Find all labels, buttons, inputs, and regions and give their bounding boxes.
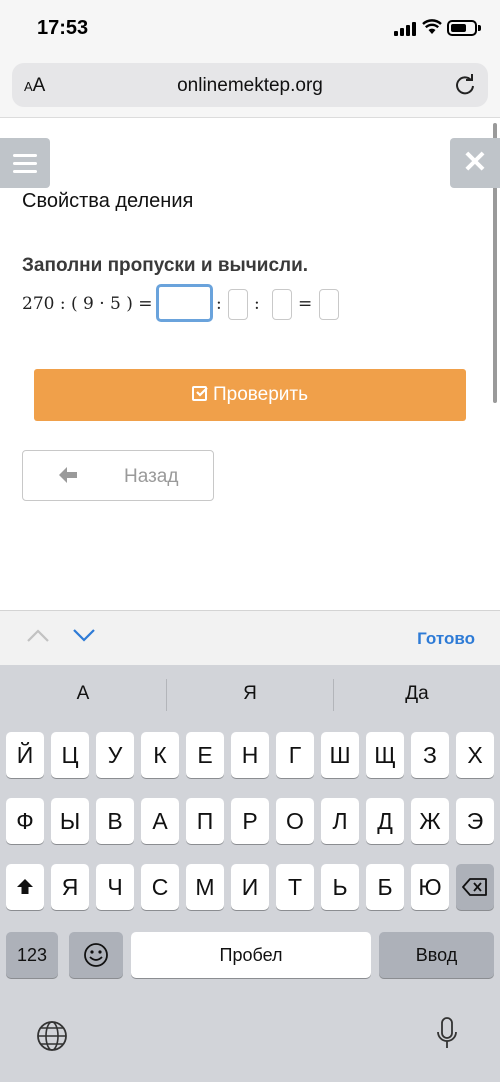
key[interactable]: Я: [51, 864, 89, 910]
answer-input-2[interactable]: [228, 289, 248, 320]
checkbox-icon: [191, 386, 208, 401]
emoji-key[interactable]: [69, 932, 123, 978]
suggestion-1[interactable]: А: [0, 683, 166, 705]
check-button-label: Проверить: [212, 384, 309, 405]
answer-input-1[interactable]: [156, 284, 213, 322]
key[interactable]: Ь: [321, 864, 359, 910]
wifi-icon: [422, 19, 442, 34]
backspace-key[interactable]: [456, 864, 494, 910]
status-time: 17:53: [37, 17, 89, 39]
battery-tip: [478, 25, 481, 31]
reload-icon[interactable]: [454, 74, 476, 96]
key[interactable]: Ц: [51, 732, 89, 778]
key[interactable]: Р: [231, 798, 269, 844]
cellular-signal-icon: [394, 22, 418, 36]
key[interactable]: Б: [366, 864, 404, 910]
arrow-left-icon: [59, 467, 77, 483]
task-instruction: Заполни пропуски и вычисли.: [22, 255, 309, 276]
key[interactable]: Ю: [411, 864, 449, 910]
colon-operator: :: [254, 294, 260, 314]
key[interactable]: Ж: [411, 798, 449, 844]
colon-operator: :: [216, 294, 222, 314]
suggestion-3[interactable]: Да: [334, 683, 500, 705]
emoji-icon: [84, 943, 108, 967]
keyboard-accessory-bar: Готово: [0, 610, 500, 665]
key[interactable]: З: [411, 732, 449, 778]
chevron-up-icon[interactable]: [26, 627, 50, 643]
key[interactable]: Л: [321, 798, 359, 844]
key[interactable]: В: [96, 798, 134, 844]
key[interactable]: А: [141, 798, 179, 844]
math-expression: 270 : ( 9 · 5 ) =: [22, 294, 153, 314]
return-key[interactable]: Ввод: [379, 932, 494, 978]
key[interactable]: Н: [231, 732, 269, 778]
key[interactable]: О: [276, 798, 314, 844]
keyboard: А Я Да Й Ц У К Е Н Г Ш Щ З Х Ф Ы В А П Р…: [0, 665, 500, 1082]
chevron-down-icon[interactable]: [72, 627, 96, 643]
key[interactable]: Щ: [366, 732, 404, 778]
back-button[interactable]: Назад: [22, 450, 214, 501]
key[interactable]: Ы: [51, 798, 89, 844]
back-button-label: Назад: [124, 466, 179, 487]
space-key[interactable]: Пробел: [131, 932, 371, 978]
url-text[interactable]: onlinemektep.org: [12, 75, 488, 97]
check-button[interactable]: Проверить: [34, 369, 466, 421]
equals-operator: =: [298, 294, 313, 314]
globe-icon[interactable]: [36, 1020, 68, 1052]
suggestion-bar: А Я Да: [0, 665, 500, 725]
key[interactable]: Ш: [321, 732, 359, 778]
key[interactable]: Й: [6, 732, 44, 778]
suggestion-2[interactable]: Я: [167, 683, 333, 705]
numbers-key[interactable]: 123: [6, 932, 58, 978]
backspace-icon: [462, 878, 487, 896]
shift-icon: [17, 879, 33, 894]
menu-button[interactable]: [0, 138, 50, 188]
key[interactable]: Г: [276, 732, 314, 778]
done-button[interactable]: Готово: [417, 629, 475, 649]
key[interactable]: Д: [366, 798, 404, 844]
key[interactable]: П: [186, 798, 224, 844]
key[interactable]: Э: [456, 798, 494, 844]
key[interactable]: К: [141, 732, 179, 778]
battery-icon: [447, 20, 477, 36]
key[interactable]: Ф: [6, 798, 44, 844]
key[interactable]: М: [186, 864, 224, 910]
status-bar: 17:53: [0, 0, 500, 58]
shift-key[interactable]: [6, 864, 44, 910]
address-bar[interactable]: AA onlinemektep.org: [12, 63, 488, 107]
key[interactable]: Ч: [96, 864, 134, 910]
browser-toolbar: AA onlinemektep.org: [0, 58, 500, 118]
key[interactable]: Е: [186, 732, 224, 778]
microphone-icon[interactable]: [436, 1017, 458, 1051]
close-button[interactable]: ✕: [450, 138, 500, 188]
key[interactable]: Х: [456, 732, 494, 778]
key[interactable]: И: [231, 864, 269, 910]
key[interactable]: Т: [276, 864, 314, 910]
answer-input-3[interactable]: [272, 289, 292, 320]
page-title: Свойства деления: [22, 190, 194, 212]
key[interactable]: У: [96, 732, 134, 778]
answer-input-4[interactable]: [319, 289, 339, 320]
key[interactable]: С: [141, 864, 179, 910]
page-content: ✕ Свойства деления Заполни пропуски и вы…: [0, 119, 500, 610]
